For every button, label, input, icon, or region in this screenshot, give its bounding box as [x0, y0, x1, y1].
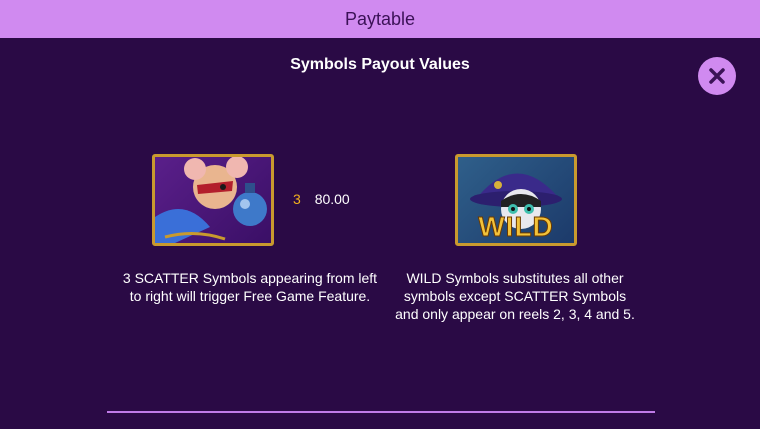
section-title: Symbols Payout Values — [290, 56, 470, 73]
scatter-symbol-tile — [152, 154, 274, 246]
header-bar: Paytable — [0, 0, 760, 38]
wild-badge: WILD — [478, 211, 554, 243]
page-title: Paytable — [344, 8, 416, 29]
wild-description: WILD Symbols substitutes all other symbo… — [395, 270, 635, 322]
wild-symbol-tile: WILD — [455, 154, 577, 246]
payout-value: 80.00 — [314, 191, 350, 207]
divider — [107, 411, 655, 413]
scatter-payout: 3 80.00 — [293, 191, 350, 207]
scatter-description: 3 SCATTER Symbols appearing from left to… — [122, 270, 378, 304]
close-icon — [709, 68, 725, 84]
payout-count: 3 — [293, 191, 301, 207]
scatter-mouse-wizard-icon — [155, 157, 267, 243]
close-button[interactable] — [698, 57, 736, 95]
